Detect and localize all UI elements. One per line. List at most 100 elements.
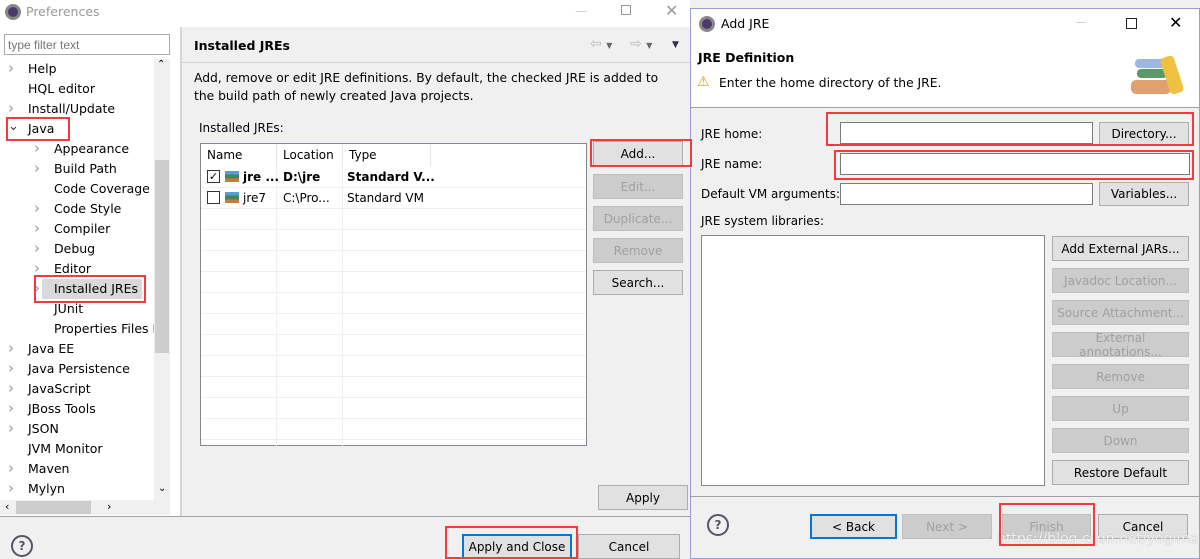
pane-divider[interactable] xyxy=(180,27,182,516)
minimize-button[interactable]: — xyxy=(1075,15,1087,29)
tree-horizontal-scrollbar[interactable]: ‹ › xyxy=(0,500,170,515)
column-divider[interactable] xyxy=(430,144,431,166)
tree-item[interactable]: Java Persistence xyxy=(28,359,130,379)
tree-item-label: Install/Update xyxy=(28,101,116,116)
apply-and-close-button[interactable]: Apply and Close xyxy=(462,534,572,559)
tree-item[interactable]: Maven xyxy=(28,459,69,479)
scroll-up-icon[interactable]: ⌃ xyxy=(157,59,165,70)
library-button-down[interactable]: Down xyxy=(1052,428,1189,453)
chevron-right-icon[interactable]: › xyxy=(8,59,14,77)
tree-item[interactable]: Install/Update xyxy=(28,99,115,119)
minimize-button[interactable]: — xyxy=(575,4,587,18)
tree-item[interactable]: Help xyxy=(28,59,57,79)
table-row[interactable]: jre7 C:\Pro... Standard VM xyxy=(201,188,586,208)
chevron-right-icon[interactable]: › xyxy=(8,459,14,477)
cancel-button[interactable]: Cancel xyxy=(578,534,680,559)
scroll-left-icon[interactable]: ‹ xyxy=(5,500,9,513)
library-button-external-annotations[interactable]: External annotations... xyxy=(1052,331,1189,359)
tree-item[interactable]: Code Style xyxy=(54,199,121,219)
h-scroll-thumb[interactable] xyxy=(16,501,91,514)
tree-item[interactable]: JavaScript xyxy=(28,379,91,399)
tree-vertical-scrollbar[interactable]: ⌃ ⌄ xyxy=(154,59,170,500)
column-divider[interactable] xyxy=(276,144,277,166)
tree-item[interactable]: Editor xyxy=(54,259,91,279)
table-row[interactable]: ✓ jre ... D:\jre Standard V... xyxy=(201,167,586,187)
vm-args-input[interactable] xyxy=(840,183,1093,205)
jre-name-input[interactable] xyxy=(840,153,1190,175)
library-button-source-attachment[interactable]: Source Attachment... xyxy=(1052,300,1189,325)
tree-item[interactable]: Debug xyxy=(54,239,95,259)
library-button-add-external-jars[interactable]: Add External JARs... xyxy=(1052,236,1189,261)
library-button-restore-default[interactable]: Restore Default xyxy=(1052,460,1189,485)
tree-item[interactable]: JBoss Tools xyxy=(28,399,96,419)
row-checkbox[interactable] xyxy=(207,191,220,204)
maximize-button[interactable] xyxy=(1126,18,1137,29)
column-divider[interactable] xyxy=(342,144,343,166)
add-button[interactable]: Add... xyxy=(593,141,683,166)
scroll-down-icon[interactable]: ⌄ xyxy=(158,483,166,494)
forward-nav-icon[interactable]: ⇨ ▼ xyxy=(630,36,652,52)
filter-input[interactable] xyxy=(4,34,170,55)
chevron-right-icon[interactable]: › xyxy=(8,99,14,117)
chevron-right-icon[interactable]: › xyxy=(34,219,40,237)
scroll-right-icon[interactable]: › xyxy=(107,500,111,513)
close-button[interactable]: ✕ xyxy=(1169,13,1182,32)
view-menu-icon[interactable]: ▼ xyxy=(672,40,679,50)
chevron-right-icon[interactable]: › xyxy=(8,359,14,377)
chevron-right-icon[interactable]: › xyxy=(34,199,40,217)
close-button[interactable]: ✕ xyxy=(665,1,678,20)
column-header[interactable]: Location xyxy=(283,148,334,162)
tree-item[interactable]: JUnit xyxy=(54,299,83,319)
chevron-right-icon[interactable]: › xyxy=(8,419,14,437)
maximize-button[interactable] xyxy=(621,5,631,15)
tree-item[interactable]: Java EE xyxy=(28,339,74,359)
tree-item[interactable]: Compiler xyxy=(54,219,110,239)
jre-name-label: JRE name: xyxy=(701,157,763,171)
column-header[interactable]: Name xyxy=(207,148,242,162)
tree-item-label: Help xyxy=(28,61,57,76)
chevron-right-icon[interactable]: › xyxy=(34,159,40,177)
column-header[interactable]: Type xyxy=(349,148,377,162)
chevron-right-icon[interactable]: › xyxy=(8,479,14,497)
tree-item[interactable]: JVM Monitor xyxy=(28,439,103,459)
search-button[interactable]: Search... xyxy=(593,270,683,295)
row-checkbox[interactable]: ✓ xyxy=(207,170,220,183)
next-button[interactable]: Next > xyxy=(902,514,992,539)
chevron-right-icon[interactable]: › xyxy=(34,279,40,297)
tree-item[interactable]: Code Coverage xyxy=(54,179,150,199)
chevron-right-icon[interactable]: › xyxy=(34,139,40,157)
tree-item[interactable]: Java xyxy=(28,119,54,139)
library-button-up[interactable]: Up xyxy=(1052,396,1189,421)
tree-item[interactable]: HQL editor xyxy=(28,79,95,99)
libraries-list[interactable] xyxy=(701,235,1045,486)
apply-button[interactable]: Apply xyxy=(598,485,688,510)
chevron-right-icon[interactable]: › xyxy=(34,259,40,277)
chevron-down-icon[interactable]: ⌄ xyxy=(8,119,19,134)
tree-item[interactable]: Installed JREs xyxy=(42,279,143,299)
remove-button[interactable]: Remove xyxy=(593,238,683,263)
back-button[interactable]: < Back xyxy=(810,514,897,539)
tree-item[interactable]: Properties Files Ed xyxy=(54,319,154,339)
library-button-javadoc-location[interactable]: Javadoc Location... xyxy=(1052,268,1189,293)
edit-button[interactable]: Edit... xyxy=(593,174,683,199)
variables-button[interactable]: Variables... xyxy=(1099,182,1189,206)
chevron-right-icon[interactable]: › xyxy=(8,339,14,357)
library-button-remove[interactable]: Remove xyxy=(1052,364,1189,389)
jre-home-input[interactable] xyxy=(840,122,1093,144)
tree-item[interactable]: JSON xyxy=(28,419,59,439)
help-icon[interactable]: ? xyxy=(11,535,33,557)
tree-item-label: Editor xyxy=(54,261,91,276)
duplicate-button[interactable]: Duplicate... xyxy=(593,206,683,231)
directory-button[interactable]: Directory... xyxy=(1099,122,1189,146)
tree-item[interactable]: Appearance xyxy=(54,139,129,159)
help-icon[interactable]: ? xyxy=(707,514,729,536)
chevron-right-icon[interactable]: › xyxy=(8,399,14,417)
tree-item[interactable]: Mylyn xyxy=(28,479,65,499)
back-nav-icon[interactable]: ⇦ ▼ xyxy=(590,36,612,52)
scroll-thumb[interactable] xyxy=(155,160,169,353)
header-separator xyxy=(182,62,690,63)
chevron-right-icon[interactable]: › xyxy=(8,379,14,397)
tree-item-label: Maven xyxy=(28,461,70,476)
tree-item[interactable]: Build Path xyxy=(54,159,117,179)
chevron-right-icon[interactable]: › xyxy=(34,239,40,257)
